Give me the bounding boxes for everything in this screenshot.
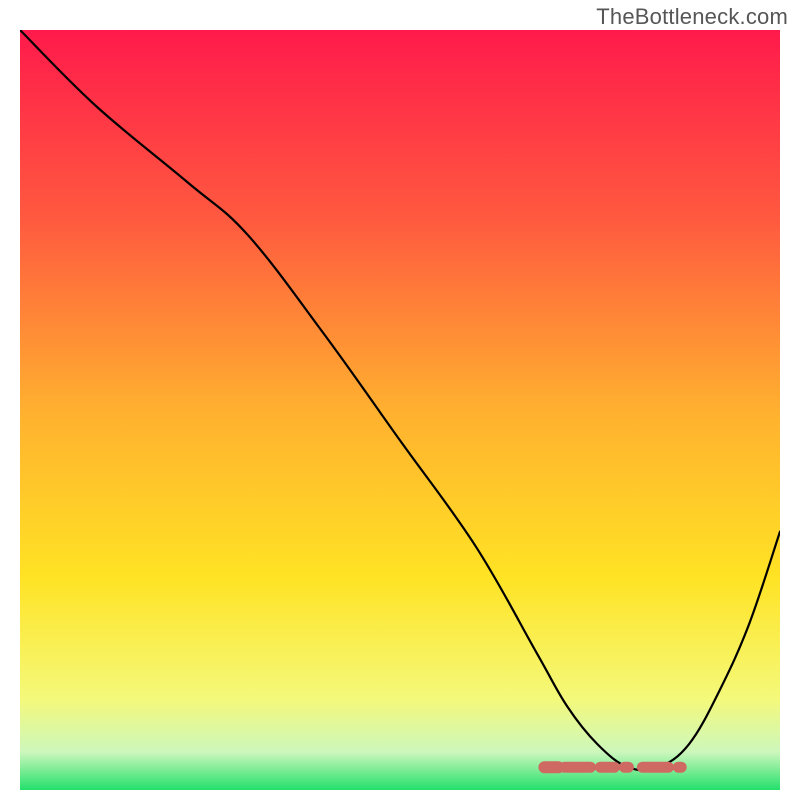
- background-gradient-rect: [20, 30, 780, 790]
- watermark-text: TheBottleneck.com: [596, 4, 788, 30]
- chart-svg: [20, 30, 780, 790]
- chart-plot-area: [20, 30, 780, 790]
